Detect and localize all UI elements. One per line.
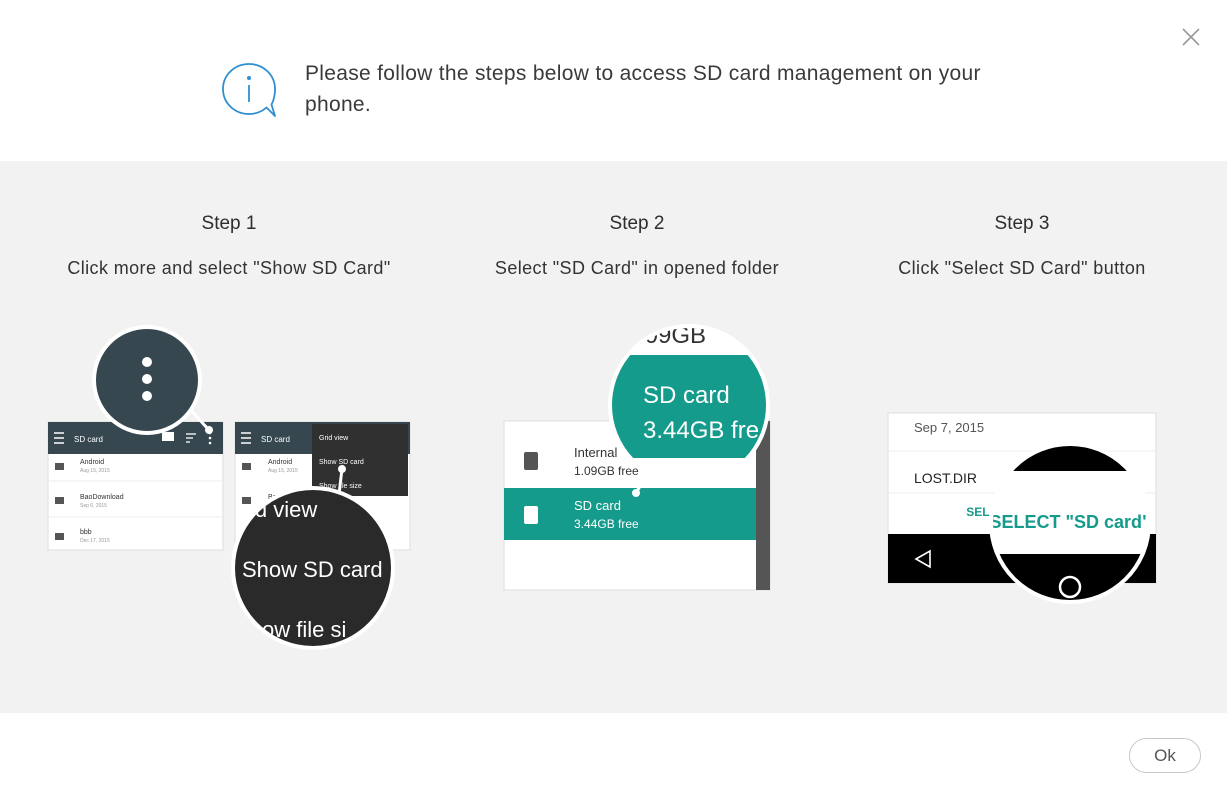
svg-text:Dec 17, 2015: Dec 17, 2015 <box>80 538 110 544</box>
ok-button[interactable]: Ok <box>1129 738 1201 773</box>
step-2-title: Step 2 <box>609 213 665 234</box>
step-3-title: Step 3 <box>994 213 1050 234</box>
svg-text:Sep 6, 2015: Sep 6, 2015 <box>80 503 107 509</box>
more-vert-icon <box>142 357 152 401</box>
folder-icon <box>55 533 64 540</box>
svg-text:SD card: SD card <box>261 435 290 444</box>
sd-card-row <box>504 488 756 540</box>
svg-text:Android: Android <box>268 459 292 466</box>
svg-text:BaoDownload: BaoDownload <box>80 494 124 501</box>
steps-panel: Step 1 Click more and select "Show SD Ca… <box>0 161 1227 713</box>
dialog-footer: Ok <box>0 713 1227 800</box>
svg-text:Android: Android <box>80 459 104 466</box>
step-1-illustration: SD card Android Aug 15, 2015 BaoDownload… <box>47 325 411 650</box>
svg-text:Aug 15, 2015: Aug 15, 2015 <box>268 468 298 474</box>
step-1-description: Click more and select "Show SD Card" <box>67 258 391 278</box>
sd-card-icon <box>524 452 538 470</box>
step-1-title: Step 1 <box>201 213 257 234</box>
svg-text:Internal: Internal <box>574 445 617 460</box>
step1-toolbar-title: SD card <box>74 435 103 444</box>
step-3-illustration: Sep 7, 2015 LOST.DIR SELECT "SD card" <box>887 412 1157 604</box>
svg-text:LOST.DIR: LOST.DIR <box>914 470 977 486</box>
svg-text:3.44GB fre: 3.44GB fre <box>643 417 759 444</box>
svg-text:1.09GB free: 1.09GB free <box>574 464 639 478</box>
svg-text:3.44GB free: 3.44GB free <box>574 517 639 531</box>
svg-text:SELECT "SD card": SELECT "SD card" <box>989 512 1150 532</box>
sd-card-icon <box>524 506 538 524</box>
folder-icon <box>55 497 64 504</box>
svg-text:Show SD card: Show SD card <box>242 557 383 582</box>
svg-text:Sep 7, 2015: Sep 7, 2015 <box>914 420 984 435</box>
svg-text:Aug 15, 2015: Aug 15, 2015 <box>80 468 110 474</box>
step-3-description: Click "Select SD Card" button <box>898 258 1146 278</box>
sd-card-help-dialog: Please follow the steps below to access … <box>0 0 1227 800</box>
svg-text:bbb: bbb <box>80 529 92 536</box>
folder-icon <box>55 463 64 470</box>
svg-text:Grid view: Grid view <box>319 435 349 442</box>
step-2-illustration: Internal 1.09GB free SD card 3.44GB free… <box>503 324 771 591</box>
info-speech-icon <box>219 60 279 120</box>
dialog-header: Please follow the steps below to access … <box>0 0 1227 161</box>
svg-text:SD card: SD card <box>574 498 621 513</box>
svg-text:Show SD card: Show SD card <box>319 459 364 466</box>
dialog-message: Please follow the steps below to access … <box>305 62 981 116</box>
step-2-description: Select "SD Card" in opened folder <box>494 258 780 278</box>
svg-text:SD card: SD card <box>643 382 730 409</box>
